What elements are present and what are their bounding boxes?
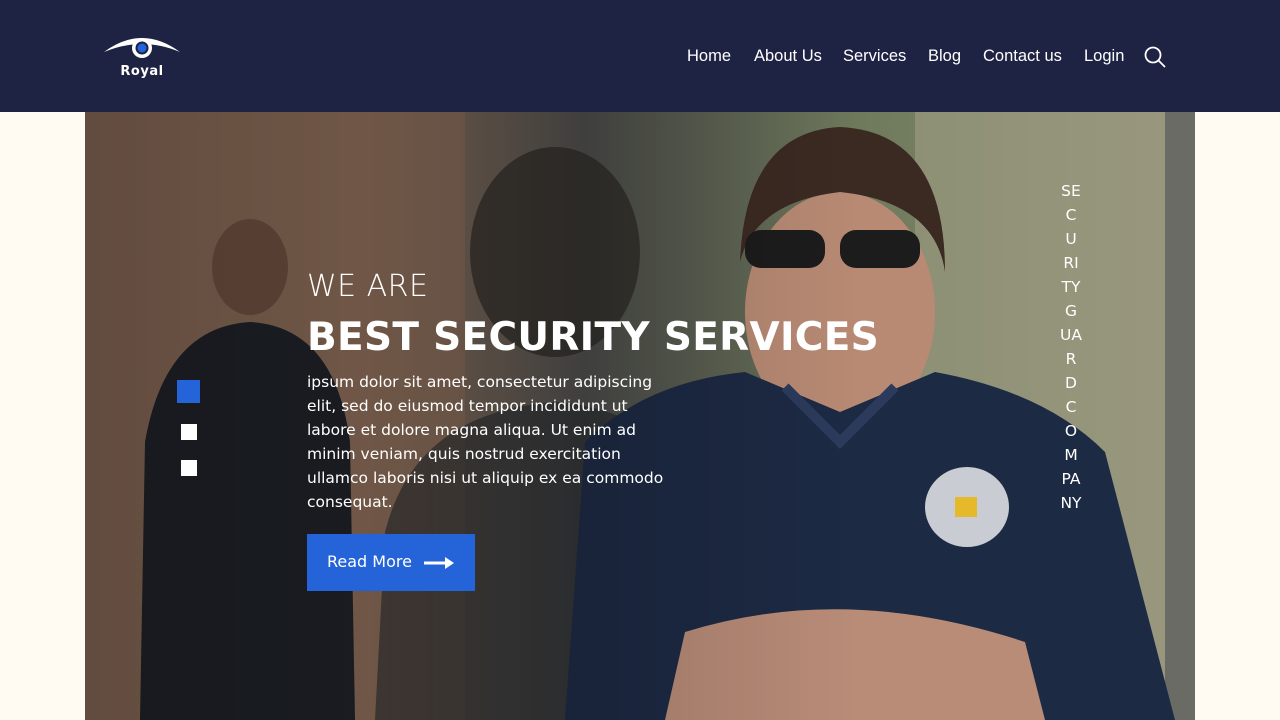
slider-dot-1[interactable] [177, 380, 200, 403]
nav-services[interactable]: Services [843, 45, 906, 67]
hero-title: BEST SECURITY SERVICES [307, 315, 880, 360]
nav-contact-us[interactable]: Contact us [983, 45, 1062, 67]
hero-description: ipsum dolor sit amet, consectetur adipis… [307, 373, 664, 511]
arrow-right-icon [424, 557, 454, 569]
search-icon[interactable] [1143, 45, 1167, 69]
hero-banner: WE ARE BEST SECURITY SERVICES ipsum dolo… [85, 112, 1195, 720]
main-nav: Home About Us Services Blog Contact us L… [0, 45, 1280, 67]
nav-home[interactable]: Home [687, 45, 731, 67]
nav-login[interactable]: Login [1084, 45, 1124, 67]
slider-dots [177, 380, 201, 480]
hero-kicker: WE ARE [307, 269, 429, 304]
site-header: Royal Home About Us Services Blog Contac… [0, 0, 1280, 112]
vertical-tagline: SECURITYGUARDCOMPANY [1060, 182, 1082, 512]
read-more-button[interactable]: Read More [307, 534, 475, 591]
slider-dot-2[interactable] [181, 424, 197, 440]
nav-about-us[interactable]: About Us [754, 45, 822, 67]
slider-dot-3[interactable] [181, 460, 197, 476]
nav-blog[interactable]: Blog [928, 45, 961, 67]
read-more-label: Read More [327, 552, 412, 571]
